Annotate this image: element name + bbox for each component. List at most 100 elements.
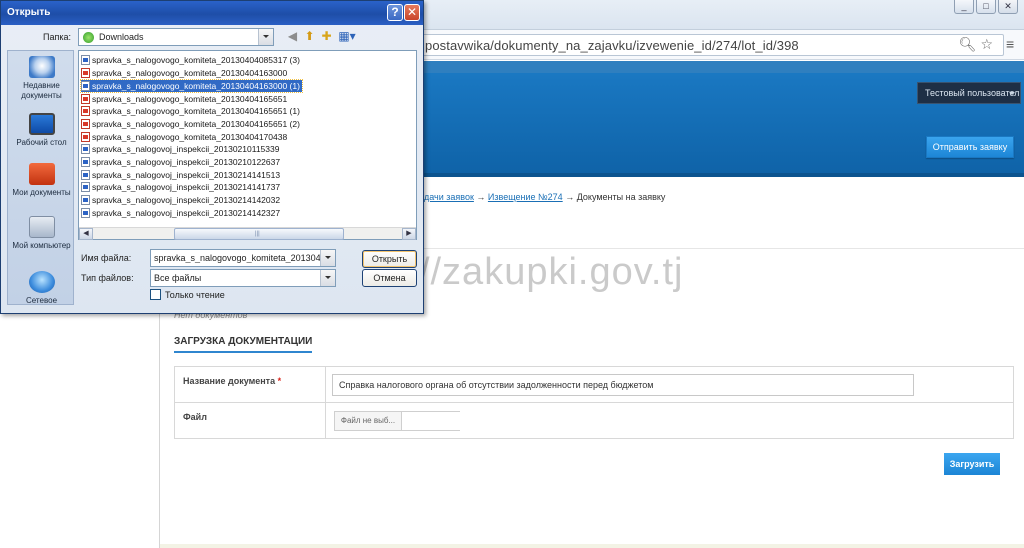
file-list-item[interactable]: spravka_s_nalogovogo_komiteta_2013040416…	[81, 67, 289, 79]
filetype-select[interactable]: Все файлы	[150, 269, 336, 287]
up-folder-icon[interactable]: ⬆	[302, 29, 317, 44]
dialog-title: Открыть	[7, 7, 51, 18]
chevron-down-icon[interactable]	[320, 250, 335, 266]
folder-value: Downloads	[99, 32, 144, 42]
upload-button[interactable]: Загрузить	[944, 453, 1000, 475]
place-label: Недавние документы	[21, 81, 62, 100]
window-controls: _ □ ✕	[954, 0, 1018, 14]
readonly-checkbox[interactable]	[150, 289, 161, 300]
place-my-computer[interactable]: Мой компьютер	[8, 216, 75, 251]
pdf-document-icon	[81, 132, 90, 142]
place-label: Рабочий стол	[16, 138, 67, 147]
file-list[interactable]: spravka_s_nalogovogo_komiteta_2013040408…	[78, 50, 417, 240]
place-desktop[interactable]: Рабочий стол	[8, 113, 75, 148]
upload-section-title: ЗАГРУЗКА ДОКУМЕНТАЦИИ	[174, 336, 313, 347]
place-recent-documents[interactable]: Недавние документы	[8, 56, 75, 101]
new-folder-icon[interactable]: ✚	[319, 29, 334, 44]
word-document-icon	[81, 55, 90, 65]
readonly-label: Только чтение	[165, 290, 225, 300]
dialog-close-button[interactable]: ✕	[404, 4, 420, 21]
user-menu[interactable]: Тестовый пользователь	[917, 82, 1021, 104]
file-list-item[interactable]: spravka_s_nalogovoj_inspekcii_2013021012…	[81, 156, 282, 168]
file-list-item-selected[interactable]: spravka_s_nalogovogo_komiteta_2013040416…	[80, 79, 303, 93]
my-documents-icon	[28, 163, 55, 185]
form-column-divider	[325, 367, 326, 438]
help-button[interactable]: ?	[387, 4, 403, 21]
form-row-file: Файл Файл не выб...	[175, 403, 1013, 438]
address-url[interactable]: postavwika/dokumenty_na_zajavku/izveweni…	[425, 38, 799, 53]
folder-label: Папка:	[43, 32, 71, 42]
word-document-icon	[81, 195, 90, 205]
downloads-folder-icon	[83, 32, 94, 43]
dialog-title-bar[interactable]: Открыть ? ✕	[1, 1, 423, 25]
choose-file-button[interactable]: Файл не выб...	[334, 411, 402, 431]
word-document-icon	[81, 170, 90, 180]
doc-name-input[interactable]: Справка налогового органа об отсутствии …	[332, 374, 914, 396]
filetype-label: Тип файлов:	[81, 273, 134, 283]
file-list-item[interactable]: spravka_s_nalogovogo_komiteta_2013040416…	[81, 105, 302, 117]
filename-value: spravka_s_nalogovogo_komiteta_2013040416	[154, 253, 320, 263]
word-document-icon	[81, 208, 90, 218]
breadcrumb-arrow: →	[473, 192, 488, 202]
required-mark: *	[277, 376, 282, 386]
scroll-left-icon[interactable]: ◀	[79, 228, 93, 240]
breadcrumb-current: Документы на заявку	[576, 192, 666, 202]
close-window-button[interactable]: ✕	[998, 0, 1018, 14]
pdf-document-icon	[81, 68, 90, 78]
back-icon[interactable]: ◀	[285, 29, 300, 44]
bookmark-star-icon[interactable]: ☆	[980, 36, 997, 52]
pdf-document-icon	[81, 94, 90, 104]
breadcrumb-link-notice[interactable]: Извещение №274	[488, 192, 563, 202]
place-my-documents[interactable]: Мои документы	[8, 163, 75, 198]
pdf-document-icon	[81, 119, 90, 129]
send-application-button[interactable]: Отправить заявку	[926, 136, 1014, 158]
file-list-item[interactable]: spravka_s_nalogovogo_komiteta_2013040417…	[81, 131, 289, 143]
zoom-icon[interactable]: 🔍︎	[959, 36, 981, 52]
file-list-item[interactable]: spravka_s_nalogovogo_komiteta_2013040416…	[81, 93, 289, 105]
pdf-document-icon	[81, 106, 90, 116]
file-name-box[interactable]	[402, 411, 460, 431]
file-list-item[interactable]: spravka_s_nalogovoj_inspekcii_2013021414…	[81, 169, 282, 181]
view-menu-icon[interactable]: ▦▾	[337, 29, 357, 44]
file-list-item[interactable]: spravka_s_nalogovoj_inspekcii_2013021414…	[81, 194, 282, 206]
places-bar: Недавние документы Рабочий стол Мои доку…	[7, 50, 74, 305]
horizontal-scrollbar[interactable]: ◀ ||| ▶	[79, 227, 416, 240]
file-list-item[interactable]: spravka_s_nalogovoj_inspekcii_2013021011…	[81, 143, 281, 155]
file-list-item[interactable]: spravka_s_nalogovoj_inspekcii_2013021414…	[81, 207, 282, 219]
cancel-button[interactable]: Отмена	[362, 269, 417, 287]
chevron-down-icon[interactable]	[258, 29, 273, 45]
minimize-button[interactable]: _	[954, 0, 974, 14]
place-label: Мои документы	[12, 188, 71, 197]
scroll-right-icon[interactable]: ▶	[402, 228, 416, 240]
upload-title-underline	[174, 351, 312, 353]
place-network[interactable]: Сетевое	[8, 271, 75, 306]
filetype-value: Все файлы	[154, 273, 202, 283]
word-document-icon	[81, 144, 90, 154]
maximize-button[interactable]: □	[976, 0, 996, 14]
filename-label: Имя файла:	[81, 253, 132, 263]
doc-name-label: Название документа *	[183, 376, 282, 386]
page-bottom-strip	[160, 544, 1024, 548]
file-label: Файл	[183, 412, 207, 422]
breadcrumb-arrow: →	[562, 192, 577, 202]
file-list-item[interactable]: spravka_s_nalogovogo_komiteta_2013040416…	[81, 118, 302, 130]
filename-input[interactable]: spravka_s_nalogovogo_komiteta_2013040416	[150, 249, 336, 267]
breadcrumb: дачи заявок → Извещение №274 → Документы…	[424, 192, 665, 202]
my-computer-icon	[28, 216, 55, 238]
recent-documents-icon	[28, 56, 55, 78]
upload-form: Название документа * Справка налогового …	[174, 366, 1014, 439]
breadcrumb-link-applications[interactable]: дачи заявок	[424, 192, 474, 202]
file-list-item[interactable]: spravka_s_nalogovoj_inspekcii_2013021414…	[81, 181, 282, 193]
browser-menu-icon[interactable]: ≡	[1006, 37, 1018, 51]
chevron-down-icon[interactable]	[320, 270, 335, 286]
word-document-icon	[81, 81, 90, 91]
network-icon	[28, 271, 55, 293]
desktop-icon	[28, 113, 55, 135]
folder-select[interactable]: Downloads	[78, 28, 274, 46]
form-row-doc-name: Название документа * Справка налогового …	[175, 367, 1013, 403]
file-list-item[interactable]: spravka_s_nalogovogo_komiteta_2013040408…	[81, 54, 302, 66]
open-button[interactable]: Открыть	[362, 250, 417, 268]
scrollbar-thumb[interactable]: |||	[174, 228, 344, 240]
open-file-dialog: Открыть ? ✕ Папка: Downloads ◀ ⬆ ✚ ▦▾ Не…	[0, 0, 424, 314]
place-label: Мой компьютер	[12, 241, 71, 250]
